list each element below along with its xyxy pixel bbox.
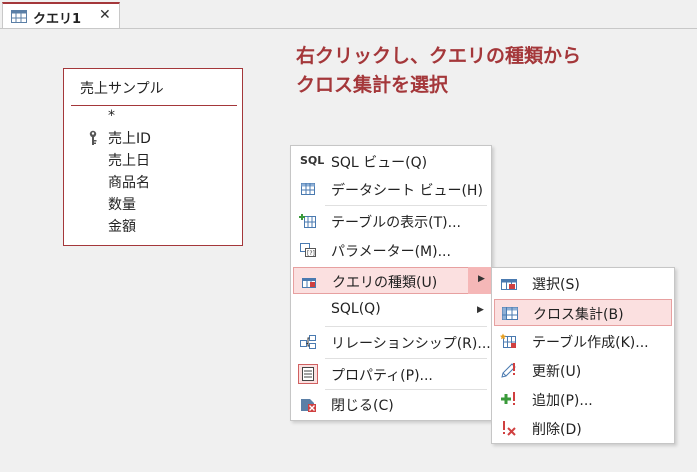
append-query-icon	[501, 392, 515, 405]
select-query-icon	[501, 279, 517, 290]
menu-item-label: データシート ビュー(H)	[331, 183, 483, 199]
menu-item-label: SQL ビュー(Q)	[331, 155, 428, 171]
submenu-item-label: 削除(D)	[532, 422, 582, 438]
tab-label: クエリ1	[33, 12, 82, 27]
parameter-icon: [?]	[300, 243, 316, 257]
menu-item-label: SQL(Q)	[331, 301, 381, 317]
properties-icon	[298, 364, 318, 384]
menu-item-label: テーブルの表示(T)...	[331, 215, 461, 231]
menu-item-properties[interactable]: プロパティ(P)...	[293, 361, 489, 388]
menu-item-label: リレーションシップ(R)...	[331, 336, 491, 352]
menu-separator	[325, 205, 487, 206]
query-type-submenu: 選択(S) クロス集計(B) テーブル作成(K)... 更新(U) 追加(P).…	[491, 267, 675, 444]
query-tab-icon	[11, 10, 27, 23]
document-tab-bar: クエリ1 ✕	[0, 0, 697, 29]
svg-text:[?]: [?]	[307, 250, 315, 257]
relationship-icon	[300, 335, 316, 349]
menu-item-close[interactable]: 閉じる(C)	[293, 391, 489, 418]
table-field-list[interactable]: 売上サンプル * 売上ID 売上日 商品名 数量 金額	[63, 68, 243, 246]
table-divider	[71, 105, 237, 106]
menu-item-label: パラメーター(M)...	[331, 244, 451, 260]
instruction-line-2: クロス集計を選択	[296, 74, 449, 96]
submenu-item-label: テーブル作成(K)...	[532, 335, 649, 351]
submenu-item-label: 追加(P)...	[532, 393, 593, 409]
menu-separator	[325, 326, 487, 327]
menu-item-label: プロパティ(P)...	[331, 368, 433, 384]
make-table-icon	[500, 333, 516, 348]
tab-query1[interactable]: クエリ1 ✕	[2, 2, 120, 28]
update-query-icon	[501, 363, 516, 378]
submenu-item-update[interactable]: 更新(U)	[494, 357, 672, 384]
tab-close-icon[interactable]: ✕	[99, 7, 111, 23]
menu-separator	[325, 389, 487, 390]
submenu-item-delete[interactable]: 削除(D)	[494, 415, 672, 442]
menu-item-datasheet-view[interactable]: データシート ビュー(H)	[293, 176, 489, 203]
submenu-item-select[interactable]: 選択(S)	[494, 270, 672, 297]
menu-item-label: クエリの種類(U)	[332, 275, 438, 291]
field-amount[interactable]: 金額	[108, 217, 136, 237]
menu-separator	[325, 358, 487, 359]
submenu-item-label: 更新(U)	[532, 364, 582, 380]
submenu-item-crosstab[interactable]: クロス集計(B)	[494, 299, 672, 326]
field-product-name[interactable]: 商品名	[108, 173, 150, 193]
show-table-icon	[299, 214, 316, 228]
submenu-item-label: 選択(S)	[532, 277, 580, 293]
submenu-item-append[interactable]: 追加(P)...	[494, 386, 672, 413]
submenu-item-label: クロス集計(B)	[533, 307, 624, 323]
datasheet-icon	[301, 183, 315, 195]
menu-item-sql-view[interactable]: SQL SQL ビュー(Q)	[293, 148, 489, 175]
menu-item-label: 閉じる(C)	[331, 398, 394, 414]
sql-view-icon: SQL	[300, 154, 325, 167]
chevron-right-icon: ▶	[477, 305, 484, 315]
menu-item-sql[interactable]: SQL(Q) ▶	[293, 297, 489, 324]
field-sales-date[interactable]: 売上日	[108, 151, 150, 171]
menu-item-query-type[interactable]: クエリの種類(U) ▶	[293, 267, 494, 294]
context-menu: SQL SQL ビュー(Q) データシート ビュー(H) テーブルの表示(T).…	[290, 145, 494, 421]
submenu-item-make-table[interactable]: テーブル作成(K)...	[494, 328, 672, 355]
field-all[interactable]: *	[108, 106, 115, 126]
delete-query-icon	[503, 421, 516, 436]
menu-item-parameters[interactable]: [?] パラメーター(M)...	[293, 237, 489, 264]
field-quantity[interactable]: 数量	[108, 195, 136, 215]
instruction-annotation: 右クリックし、クエリの種類から クロス集計を選択	[296, 42, 581, 100]
menu-item-relationships[interactable]: リレーションシップ(R)...	[293, 329, 491, 356]
close-icon	[301, 399, 316, 412]
menu-item-show-table[interactable]: テーブルの表示(T)...	[293, 208, 489, 235]
table-title[interactable]: 売上サンプル	[80, 78, 164, 98]
instruction-line-1: 右クリックし、クエリの種類から	[296, 45, 582, 67]
chevron-right-icon: ▶	[478, 274, 485, 284]
crosstab-icon	[502, 307, 518, 320]
query-type-icon	[302, 278, 316, 288]
field-sales-id[interactable]: 売上ID	[108, 129, 151, 149]
primary-key-icon	[89, 130, 97, 145]
